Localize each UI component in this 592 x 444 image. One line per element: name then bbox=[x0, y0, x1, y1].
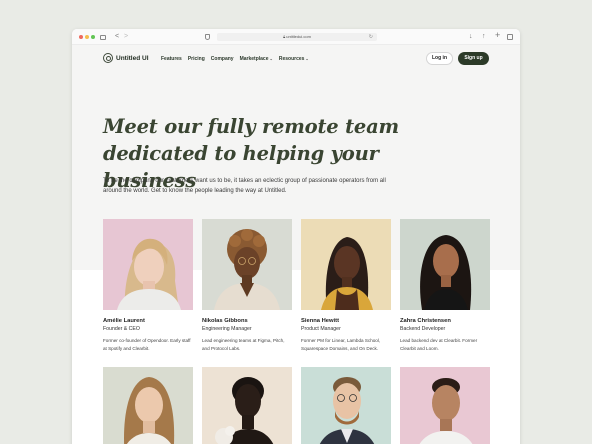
brand-name: Untitled UI bbox=[116, 54, 149, 62]
team-member-role: Founder & CEO bbox=[103, 326, 140, 332]
minimize-window-button[interactable] bbox=[85, 35, 89, 39]
team-member-card: Sienna Hewitt Product Manager Former PM … bbox=[301, 219, 391, 353]
team-member-name: Amélie Laurent bbox=[103, 318, 145, 324]
close-window-button[interactable] bbox=[79, 35, 83, 39]
team-member-card: Nikolas Gibbons Engineering Manager Lead… bbox=[202, 219, 292, 353]
nav-link-marketplace-label: Marketplace bbox=[239, 56, 269, 62]
main-nav: Features Pricing Company Marketplace⌄ Re… bbox=[161, 56, 309, 62]
page-content: Untitled UI Features Pricing Company Mar… bbox=[72, 45, 520, 444]
team-member-card: Amélie Laurent Founder & CEO Former co-f… bbox=[103, 219, 193, 353]
chevron-down-icon: ⌄ bbox=[305, 56, 309, 61]
nav-link-resources[interactable]: Resources⌄ bbox=[279, 56, 309, 62]
team-member-card bbox=[301, 367, 391, 444]
lock-icon: 🔒︎ bbox=[283, 34, 286, 39]
team-member-bio: Former PM for Linear, Lambda School, Squ… bbox=[301, 338, 381, 351]
team-member-photo bbox=[400, 219, 490, 310]
team-member-role: Engineering Manager bbox=[202, 326, 252, 332]
share-icon[interactable]: ↑ bbox=[482, 32, 486, 41]
team-member-role: Backend Developer bbox=[400, 326, 446, 332]
team-member-role: Product Manager bbox=[301, 326, 341, 332]
sidebar-toggle-icon[interactable] bbox=[100, 34, 106, 40]
nav-link-company[interactable]: Company bbox=[211, 56, 234, 62]
maximize-window-button[interactable] bbox=[91, 35, 95, 39]
team-member-photo bbox=[202, 219, 292, 310]
nav-link-pricing[interactable]: Pricing bbox=[188, 56, 205, 62]
logo-icon bbox=[103, 53, 113, 63]
new-tab-icon[interactable]: + bbox=[495, 31, 500, 40]
brand-logo[interactable]: Untitled UI bbox=[103, 53, 149, 63]
team-member-card bbox=[202, 367, 292, 444]
nav-link-features[interactable]: Features bbox=[161, 56, 182, 62]
chevron-down-icon: ⌄ bbox=[269, 56, 273, 61]
team-member-bio: Lead engineering teams at Figma, Pitch, … bbox=[202, 338, 285, 351]
privacy-shield-icon[interactable] bbox=[205, 34, 210, 40]
team-member-name: Zahra Christensen bbox=[400, 318, 451, 324]
team-member-photo bbox=[103, 219, 193, 310]
team-member-bio: Former co-founder of Opendoor. Early sta… bbox=[103, 338, 191, 351]
url-text: untitledui.com bbox=[286, 34, 311, 39]
browser-window: < > 🔒︎untitledui.com ↻ ↓ ↑ + Untitled UI… bbox=[72, 29, 520, 444]
team-member-photo bbox=[202, 367, 292, 444]
signup-button[interactable]: Sign up bbox=[458, 52, 489, 65]
tab-overview-icon[interactable] bbox=[507, 34, 513, 40]
nav-link-marketplace[interactable]: Marketplace⌄ bbox=[240, 56, 273, 62]
browser-toolbar: < > 🔒︎untitledui.com ↻ ↓ ↑ + bbox=[72, 29, 520, 45]
team-member-card: Zahra Christensen Backend Developer Lead… bbox=[400, 219, 490, 353]
site-header: Untitled UI Features Pricing Company Mar… bbox=[72, 45, 520, 71]
team-member-bio: Lead backend dev at Clearbit. Former Cle… bbox=[400, 338, 478, 351]
team-member-card bbox=[103, 367, 193, 444]
nav-link-resources-label: Resources bbox=[278, 56, 305, 62]
login-button[interactable]: Log in bbox=[426, 52, 453, 65]
team-member-card bbox=[400, 367, 490, 444]
forward-arrow-icon[interactable]: > bbox=[124, 32, 128, 41]
address-bar[interactable]: 🔒︎untitledui.com ↻ bbox=[217, 33, 377, 41]
team-member-photo bbox=[301, 219, 391, 310]
team-member-name: Nikolas Gibbons bbox=[202, 318, 248, 324]
reload-icon[interactable]: ↻ bbox=[369, 33, 373, 41]
team-member-photo bbox=[400, 367, 490, 444]
team-member-name: Sienna Hewitt bbox=[301, 318, 340, 324]
page-title-line-1: Meet our fully remote team bbox=[103, 115, 399, 138]
team-member-photo bbox=[301, 367, 391, 444]
hero-description: To be the company our customers want us … bbox=[103, 178, 386, 194]
download-icon[interactable]: ↓ bbox=[469, 32, 473, 41]
team-member-photo bbox=[103, 367, 193, 444]
back-arrow-icon[interactable]: < bbox=[115, 32, 119, 41]
